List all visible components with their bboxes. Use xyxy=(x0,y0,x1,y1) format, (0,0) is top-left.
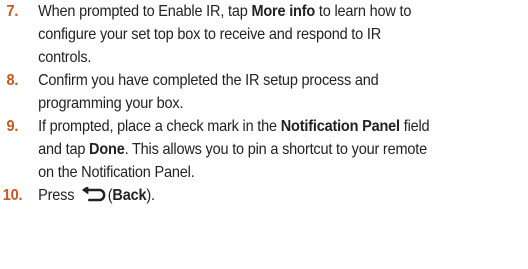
step-number: 7. xyxy=(6,3,19,20)
more-info-label: More info xyxy=(251,3,316,20)
back-label: Back xyxy=(112,187,147,204)
done-label: Done xyxy=(89,141,125,158)
step-number: 10. xyxy=(2,187,23,204)
step-text: If prompted, place a check mark in the N… xyxy=(38,115,429,184)
step-text: When prompted to Enable IR, tap More inf… xyxy=(38,0,411,69)
step-text: Confirm you have completed the IR setup … xyxy=(38,69,379,115)
step-number: 9. xyxy=(6,118,19,135)
step-line: configure your set top box to receive an… xyxy=(38,26,381,43)
back-arrow-icon xyxy=(80,185,106,210)
step-line: If prompted, place a check mark in the N… xyxy=(38,118,430,135)
step-line: When prompted to Enable IR, tap More inf… xyxy=(38,3,412,20)
step-line: controls. xyxy=(38,49,92,66)
step-number: 8. xyxy=(6,72,19,89)
step-line: on the Notification Panel. xyxy=(38,164,195,181)
step-line: and tap Done. This allows you to pin a s… xyxy=(38,141,427,158)
step-line: Press (Back). xyxy=(38,184,155,207)
notification-panel-label: Notification Panel xyxy=(280,118,400,135)
step-line: programming your box. xyxy=(38,95,184,112)
instruction-page: 7. When prompted to Enable IR, tap More … xyxy=(0,0,528,269)
step-text: Press (Back). xyxy=(38,184,155,207)
step-line: Confirm you have completed the IR setup … xyxy=(38,72,379,89)
